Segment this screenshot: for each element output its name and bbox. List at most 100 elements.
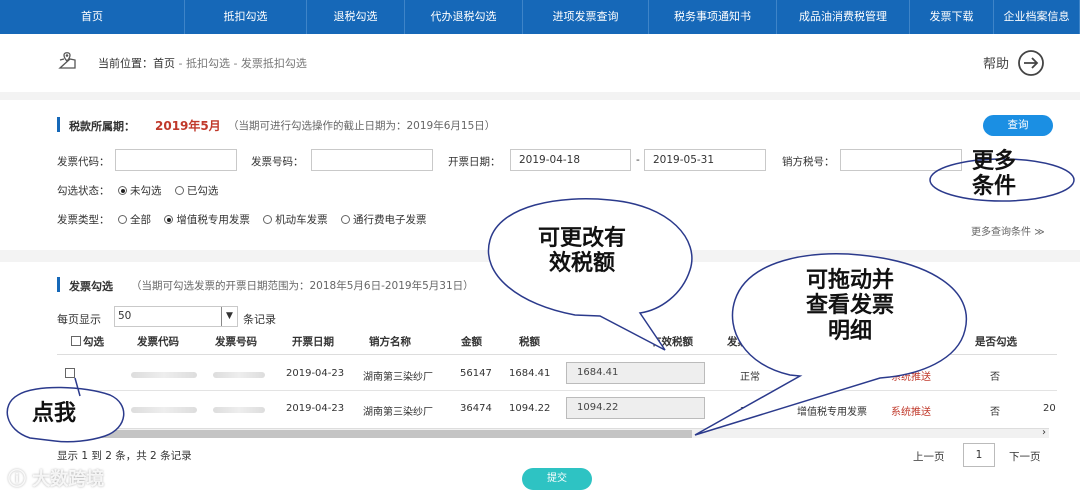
radio-icon: [118, 186, 127, 195]
row-checked: 否: [990, 372, 1000, 383]
invoice-no-label: 发票号码：: [251, 156, 304, 168]
more-callout-text: 更多 条件: [972, 149, 1016, 200]
row-amount: 56147: [460, 368, 492, 379]
type-vat-option[interactable]: 增值税专用发票: [164, 214, 250, 226]
callout-line: 可拖动并: [805, 268, 894, 293]
type-label: 发票类型：: [57, 214, 110, 226]
invoice-selection-panel: 发票勾选 （当期可勾选发票的开票日期范围为：2018年5月6日-2019年5月3…: [0, 262, 1080, 499]
redacted-invoice-no: [213, 372, 265, 378]
section-marker: [57, 277, 60, 292]
nav-refund-select[interactable]: 退税勾选: [307, 0, 405, 34]
redacted-invoice-no: [213, 407, 265, 413]
nav-deduction-select[interactable]: 抵扣勾选: [185, 0, 307, 34]
status-option-label: 未勾选: [130, 185, 162, 197]
horizontal-scrollbar[interactable]: ‹ ›: [57, 427, 1049, 438]
status-option-label: 已勾选: [186, 185, 219, 197]
prev-page-button[interactable]: 上一页: [913, 449, 945, 464]
nav-agent-refund-select[interactable]: 代办退税勾选: [405, 0, 523, 34]
radio-icon: [174, 186, 184, 195]
scroll-right-icon[interactable]: ›: [1042, 427, 1046, 438]
type-all-option[interactable]: 全部: [118, 214, 151, 226]
breadcrumb-prefix: 当前位置：: [98, 57, 153, 70]
double-chevron-down-icon: ≫: [1034, 227, 1045, 238]
row-seller: 湖南第三染纱厂: [363, 372, 433, 383]
type-option-label: 增值税专用发票: [176, 214, 250, 226]
page-size-suffix: 条记录: [243, 313, 276, 326]
date-from-input[interactable]: 2019-04-18: [510, 149, 631, 171]
selection-label: 发票勾选: [69, 280, 113, 293]
seller-tax-label: 销方税号：: [782, 156, 835, 168]
editable-callout-text: 可更改有 效税额: [522, 226, 642, 277]
location-icon: [58, 52, 76, 69]
next-page-button[interactable]: 下一页: [1009, 449, 1041, 464]
nav-invoice-download[interactable]: 发票下载: [910, 0, 994, 34]
page-size-value: 50: [118, 310, 132, 322]
seller-tax-input[interactable]: [840, 149, 962, 171]
nav-oil-tax[interactable]: 成品油消费税管理: [777, 0, 910, 34]
selection-note: （当期可勾选发票的开票日期范围为：2018年5月6日-2019年5月31日）: [131, 280, 474, 292]
nav-tax-notice[interactable]: 税务事项通知书: [649, 0, 777, 34]
scroll-left-icon[interactable]: ‹: [58, 427, 62, 438]
header-checked: 是否勾选: [975, 336, 1017, 348]
arrow-right-circle-icon[interactable]: [1017, 49, 1045, 77]
help-link[interactable]: 帮助: [983, 53, 1009, 72]
callout-line: 更多: [972, 149, 1017, 174]
header-status: 发票状态: [727, 336, 769, 348]
date-to-input[interactable]: 2019-05-31: [644, 149, 766, 171]
row-type: 增值税专用发票: [797, 372, 867, 383]
row-amount: 36474: [460, 403, 492, 414]
row-tax: 1094.22: [509, 403, 551, 414]
callout-line: 可更改有: [537, 226, 626, 251]
nav-company-profile[interactable]: 企业档案信息: [994, 0, 1080, 34]
header-invoice-code: 发票代码: [137, 336, 179, 348]
drag-callout-text: 可拖动并 查看发票 明细: [785, 268, 915, 344]
invoice-no-input[interactable]: [311, 149, 433, 171]
radio-icon: [164, 215, 174, 224]
column-label: 勾选: [83, 336, 104, 348]
header-select: 勾选: [71, 334, 104, 349]
submit-button[interactable]: 提交: [522, 468, 592, 490]
header-valid-tax: 有效税额: [651, 336, 693, 348]
header-seller: 销方名称: [369, 336, 411, 348]
watermark: ⓘ 大数跨境: [8, 465, 104, 491]
invoice-code-label: 发票代码：: [57, 156, 110, 168]
row-source: 系统推送: [891, 407, 931, 418]
header-date: 开票日期: [292, 336, 334, 348]
type-vehicle-option[interactable]: 机动车发票: [263, 214, 328, 226]
page-size-select[interactable]: 50 ▼: [114, 306, 238, 327]
invoice-code-input[interactable]: [115, 149, 237, 171]
type-option-label: 通行费电子发票: [353, 214, 427, 226]
valid-tax-input[interactable]: 1684.41: [566, 362, 705, 384]
status-unchecked-option[interactable]: 未勾选: [118, 185, 162, 197]
current-page-button[interactable]: 1: [963, 443, 995, 467]
valid-tax-input[interactable]: 1094.22: [566, 397, 705, 419]
scrollbar-thumb[interactable]: [67, 430, 692, 438]
type-toll-option[interactable]: 通行费电子发票: [341, 214, 427, 226]
query-button[interactable]: 查询: [983, 115, 1053, 136]
breadcrumb-bar: 当前位置：首页 - 抵扣勾选 - 发票抵扣勾选 帮助: [0, 34, 1080, 92]
row-extra: 20: [1043, 403, 1056, 414]
more-conditions-link[interactable]: 更多查询条件 ≫: [971, 223, 1045, 238]
radio-icon: [118, 215, 127, 224]
status-checked-option[interactable]: 已勾选: [174, 185, 219, 197]
header-divider: [57, 354, 1057, 355]
header-invoice-no: 发票号码: [215, 336, 257, 348]
chevron-down-icon: ▼: [221, 307, 237, 326]
breadcrumb-home[interactable]: 首页: [153, 57, 175, 70]
redacted-invoice-code: [131, 407, 197, 413]
row-checkbox-icon[interactable]: [65, 368, 75, 378]
type-option-label: 机动车发票: [275, 214, 328, 226]
period-value: 2019年5月: [155, 119, 221, 133]
row-status: 正常: [740, 372, 760, 383]
checkbox-icon[interactable]: [71, 336, 81, 346]
breadcrumb: 当前位置：首页 - 抵扣勾选 - 发票抵扣勾选: [98, 55, 307, 71]
callout-line: 条件: [972, 174, 1017, 200]
callout-line: 明细: [827, 318, 872, 344]
type-option-label: 全部: [130, 214, 151, 226]
nav-home[interactable]: 首页: [0, 0, 185, 34]
period-note: （当期可进行勾选操作的截止日期为：2019年6月15日）: [228, 120, 496, 132]
row-date: 2019-04-23: [286, 368, 345, 379]
click-callout-text: 点我: [32, 401, 77, 426]
status-options: 未勾选 已勾选: [118, 183, 228, 198]
nav-input-invoice-query[interactable]: 进项发票查询: [523, 0, 649, 34]
